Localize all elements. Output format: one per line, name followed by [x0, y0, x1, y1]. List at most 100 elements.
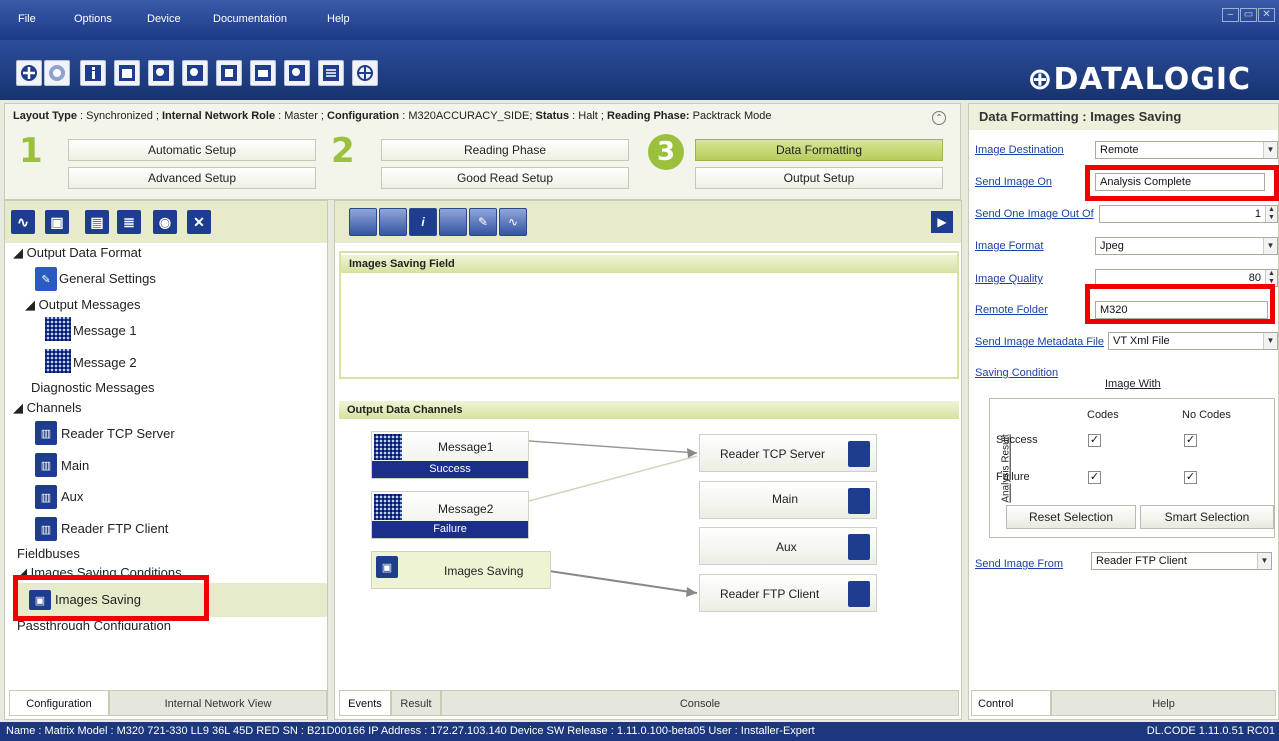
menu-documentation[interactable]: Documentation: [213, 13, 287, 25]
send-image-from-label[interactable]: Send Image From: [975, 558, 1063, 570]
output-setup-button[interactable]: Output Setup: [695, 167, 943, 189]
success-codes-checkbox[interactable]: ✓: [1088, 434, 1101, 447]
center-toolbar: i ✎ ∿ ▶: [335, 201, 961, 243]
tree-aux[interactable]: Aux: [61, 489, 83, 504]
role-label: Internal Network Role: [161, 110, 276, 122]
reset-selection-button[interactable]: Reset Selection: [1006, 505, 1136, 529]
send-image-from-select[interactable]: Reader FTP Client ▼: [1091, 552, 1272, 570]
role-value: Master: [284, 110, 318, 122]
delete-icon[interactable]: ✕: [187, 210, 211, 234]
tree-label: Output Data Format: [26, 245, 142, 260]
image-saving-icon[interactable]: ▣: [45, 210, 69, 234]
saving-condition-label[interactable]: Saving Condition: [975, 367, 1058, 379]
import-icon[interactable]: [250, 60, 276, 86]
passthrough-icon[interactable]: ◉: [153, 210, 177, 234]
wrench-icon: ✎: [35, 267, 57, 291]
tree-channels[interactable]: ◢ Channels: [13, 400, 82, 416]
layout-icon[interactable]: [439, 208, 467, 236]
configuration-value: M320ACCURACY_SIDE: [408, 110, 530, 122]
pencil-icon[interactable]: ✎: [469, 208, 497, 236]
reader-tcp-server-node[interactable]: Reader TCP Server: [699, 434, 877, 472]
tree-reader-tcp-server[interactable]: Reader TCP Server: [61, 426, 175, 441]
tab-console[interactable]: Console: [441, 690, 959, 716]
message2-node[interactable]: Message2 Failure: [371, 491, 529, 539]
send-one-image-stepper[interactable]: 1 ▲ ▼: [1099, 205, 1278, 223]
good-read-setup-button[interactable]: Good Read Setup: [381, 167, 629, 189]
menu-options[interactable]: Options: [74, 13, 112, 25]
tree-reader-ftp-client[interactable]: Reader FTP Client: [61, 521, 168, 536]
waveform-icon[interactable]: ∿: [499, 208, 527, 236]
image-format-select[interactable]: Jpeg ▼: [1095, 237, 1278, 255]
tree-general-settings[interactable]: General Settings: [59, 271, 156, 286]
target-icon[interactable]: [352, 60, 378, 86]
play-icon[interactable]: ▶: [931, 211, 953, 233]
connect-icon[interactable]: [16, 60, 42, 86]
metadata-file-select[interactable]: VT Xml File ▼: [1108, 332, 1278, 350]
menu-device[interactable]: Device: [147, 13, 181, 25]
device-settings-icon[interactable]: [284, 60, 310, 86]
send-one-image-label[interactable]: Send One Image Out Of: [975, 208, 1094, 220]
success-no-codes-checkbox[interactable]: ✓: [1184, 434, 1197, 447]
channel-label: Aux: [776, 540, 797, 554]
metadata-file-label[interactable]: Send Image Metadata File: [975, 336, 1104, 348]
images-saving-node[interactable]: ▣ Images Saving: [371, 551, 551, 589]
tab-result[interactable]: Result: [391, 690, 441, 716]
tab-configuration[interactable]: Configuration: [9, 690, 109, 716]
tree-diagnostic-messages[interactable]: Diagnostic Messages: [31, 380, 155, 395]
device-list-icon[interactable]: [318, 60, 344, 86]
collapse-icon[interactable]: ⌃: [932, 111, 946, 125]
expand-icon[interactable]: ◢: [13, 400, 27, 415]
tab-internal-network-view[interactable]: Internal Network View: [109, 690, 327, 716]
remote-folder-label[interactable]: Remote Folder: [975, 304, 1048, 316]
tree-images-saving-conditions[interactable]: ◢ Images Saving Conditions: [17, 565, 182, 575]
aux-node[interactable]: Aux: [699, 527, 877, 565]
automatic-setup-button[interactable]: Automatic Setup: [68, 139, 316, 161]
fieldbus-icon[interactable]: ≣: [117, 210, 141, 234]
image-format-label[interactable]: Image Format: [975, 240, 1043, 252]
image-quality-label[interactable]: Image Quality: [975, 273, 1043, 285]
pattern-icon[interactable]: [349, 208, 377, 236]
spinner-arrows-icon[interactable]: ▲ ▼: [1265, 206, 1277, 222]
data-formatting-button[interactable]: Data Formatting: [695, 139, 943, 161]
menu-file[interactable]: File: [18, 13, 36, 25]
tree-main[interactable]: Main: [61, 458, 89, 473]
minimize-icon[interactable]: –: [1222, 8, 1239, 22]
expand-icon[interactable]: ◢: [25, 297, 39, 312]
tab-help[interactable]: Help: [1051, 690, 1276, 716]
reading-phase-button[interactable]: Reading Phase: [381, 139, 629, 161]
tab-control[interactable]: Control: [971, 690, 1051, 716]
tree-message-2[interactable]: Message 2: [73, 355, 137, 370]
layout-type-label: Layout Type: [13, 110, 77, 122]
message1-node[interactable]: Message1 Success: [371, 431, 529, 479]
expand-icon[interactable]: ◢: [13, 245, 27, 260]
tab-events[interactable]: Events: [339, 690, 391, 716]
window-icon[interactable]: [114, 60, 140, 86]
device-lens-icon[interactable]: [44, 60, 70, 86]
tree-output-messages[interactable]: ◢ Output Messages: [25, 297, 141, 313]
expand-icon[interactable]: ◢: [17, 565, 31, 575]
failure-codes-checkbox[interactable]: ✓: [1088, 471, 1101, 484]
tree-message-1[interactable]: Message 1: [73, 323, 137, 338]
grid-icon[interactable]: [379, 208, 407, 236]
advanced-setup-button[interactable]: Advanced Setup: [68, 167, 316, 189]
close-icon[interactable]: ✕: [1258, 8, 1275, 22]
menu-help[interactable]: Help: [327, 13, 350, 25]
device-load-icon[interactable]: [148, 60, 174, 86]
tree-output-data-format[interactable]: ◢ Output Data Format: [13, 245, 142, 261]
diagnostics-icon[interactable]: ∿: [11, 210, 35, 234]
failure-no-codes-checkbox[interactable]: ✓: [1184, 471, 1197, 484]
reader-ftp-client-node[interactable]: Reader FTP Client: [699, 574, 877, 612]
smart-selection-button[interactable]: Smart Selection: [1140, 505, 1274, 529]
image-saving-icon: ▣: [376, 556, 398, 578]
tree-fieldbuses[interactable]: Fieldbuses: [17, 546, 80, 561]
main-node[interactable]: Main: [699, 481, 877, 519]
device-save-icon[interactable]: [182, 60, 208, 86]
info-icon[interactable]: i: [409, 208, 437, 236]
channel-icon[interactable]: ▤: [85, 210, 109, 234]
export-icon[interactable]: [216, 60, 242, 86]
send-image-on-label[interactable]: Send Image On: [975, 176, 1052, 188]
image-destination-select[interactable]: Remote ▼: [1095, 141, 1278, 159]
restore-icon[interactable]: ▭: [1240, 8, 1257, 22]
image-destination-label[interactable]: Image Destination: [975, 144, 1064, 156]
info-icon[interactable]: [80, 60, 106, 86]
